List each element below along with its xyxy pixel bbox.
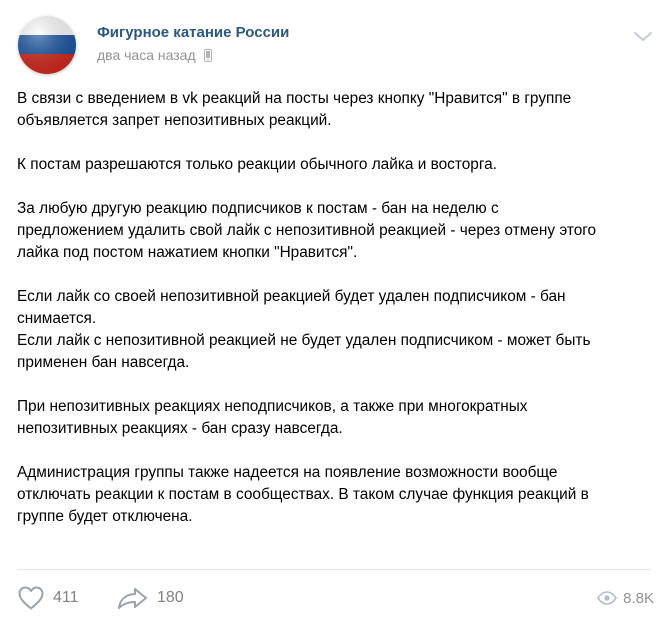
post-text-line: Администрация группы также надеется на п… (17, 464, 558, 481)
post-paragraph: При непозитивных реакциях неподписчиков,… (17, 396, 657, 440)
post-text-line: непозитивных реакциях - бан сразу навсег… (17, 420, 343, 437)
post-text-line: лайка под постом нажатием кнопки "Нравит… (17, 244, 358, 261)
post-text-line: К постам разрешаются только реакции обыч… (17, 156, 497, 173)
phone-icon (203, 49, 212, 65)
post-text-line: отключать реакции к постам в сообществах… (17, 486, 589, 503)
views-counter: 8.8K (597, 583, 654, 613)
group-avatar[interactable] (18, 16, 76, 74)
post-text-line: предложением удалить свой лайк с непозит… (17, 222, 597, 239)
eye-icon (597, 591, 618, 605)
share-button[interactable]: 180 (117, 583, 184, 613)
post-paragraph: К постам разрешаются только реакции обыч… (17, 154, 657, 176)
footer-divider (17, 569, 651, 570)
share-count: 180 (157, 589, 184, 606)
like-button[interactable]: 411 (17, 583, 79, 613)
post-card: Фигурное катание России два часа назад В… (0, 0, 668, 619)
post-text-line: За любую другую реакцию подписчиков к по… (17, 200, 499, 217)
views-count: 8.8K (623, 589, 654, 607)
post-text: В связи с введением в vk реакций на пост… (17, 88, 657, 528)
russia-flag-icon (18, 16, 76, 74)
post-paragraph: В связи с введением в vk реакций на пост… (17, 88, 657, 132)
post-actions: 411 180 8.8K (17, 583, 654, 615)
post-text-line: Если лайк со своей непозитивной реакцией… (17, 288, 566, 305)
post-paragraph: Если лайк со своей непозитивной реакцией… (17, 286, 657, 374)
post-text-line: Если лайк с непозитивной реакцией не буд… (17, 332, 591, 349)
chevron-down-icon (634, 32, 652, 41)
group-name-link[interactable]: Фигурное катание России (97, 24, 289, 41)
post-time[interactable]: два часа назад (97, 47, 212, 65)
post-text-line: снимается. (17, 310, 97, 327)
post-text-line: В связи с введением в vk реакций на пост… (17, 90, 572, 107)
post-paragraph: Администрация группы также надеется на п… (17, 462, 657, 528)
post-text-line: объявляется запрет непозитивных реакций. (17, 112, 332, 129)
share-arrow-icon (118, 588, 147, 609)
post-text-line: применен бан навсегда. (17, 354, 190, 371)
like-count: 411 (53, 589, 79, 606)
post-text-line: группе будет отключена. (17, 508, 193, 525)
heart-icon (18, 586, 44, 610)
post-menu-button[interactable] (632, 30, 654, 44)
post-text-line: При непозитивных реакциях неподписчиков,… (17, 398, 528, 415)
post-header: Фигурное катание России два часа назад (18, 16, 658, 76)
post-time-text: два часа назад (97, 47, 196, 63)
post-paragraph: За любую другую реакцию подписчиков к по… (17, 198, 657, 264)
